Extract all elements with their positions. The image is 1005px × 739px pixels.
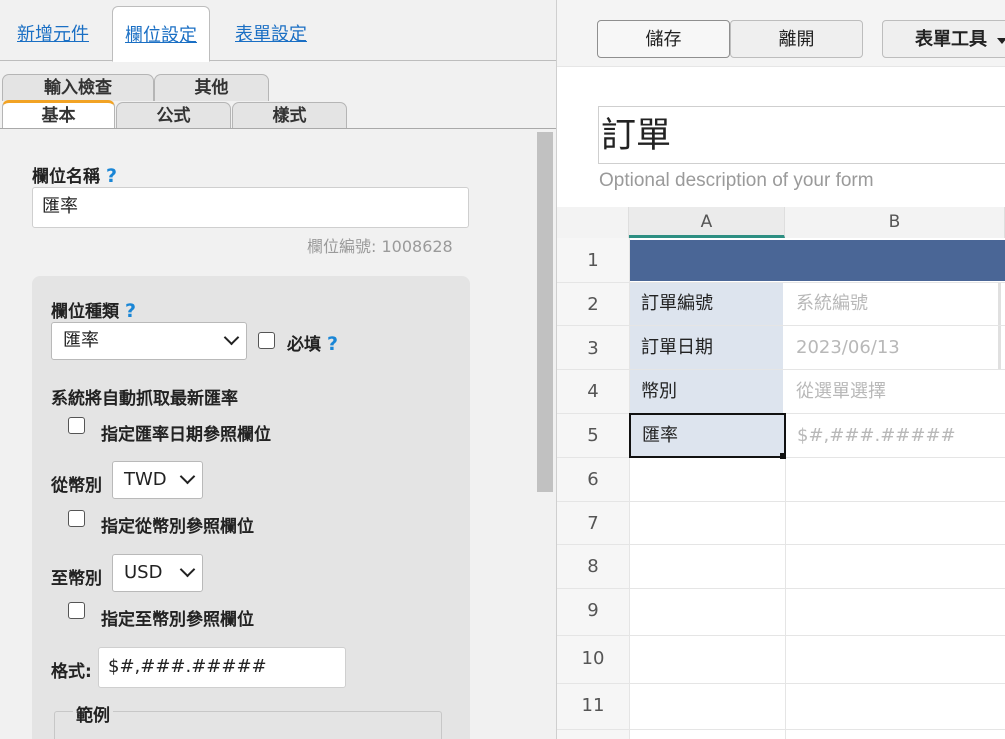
subtab-input-check[interactable]: 輸入檢查 (2, 74, 154, 101)
chevron-down-icon (179, 561, 196, 578)
grid-line (557, 729, 1005, 730)
column-header-b[interactable]: B (785, 207, 1005, 238)
form-tools-button[interactable]: 表單工具 (882, 20, 1005, 58)
form-tools-label: 表單工具 (915, 29, 987, 50)
tab-field-settings[interactable]: 欄位設定 (112, 6, 210, 62)
toolbar: 儲存 離開 表單工具 (557, 0, 1005, 67)
subtab-other[interactable]: 其他 (154, 74, 269, 101)
tab-add-element[interactable]: 新增元件 (17, 6, 89, 60)
label-cell-selected[interactable]: 匯率 (629, 413, 786, 458)
chevron-down-icon (223, 329, 240, 346)
to-currency-value: USD (124, 562, 163, 583)
field-id-text: 欄位編號: 1008628 (307, 237, 453, 256)
required-label-text: 必填 (287, 335, 321, 355)
row-number[interactable]: 5 (557, 425, 629, 446)
row-number[interactable]: 3 (557, 338, 629, 359)
save-button[interactable]: 儲存 (597, 20, 730, 58)
field-type-label: 欄位種類? (51, 297, 136, 322)
row-number[interactable]: 11 (557, 695, 629, 716)
grid-line (557, 588, 1005, 589)
to-currency-ref-checkbox[interactable] (68, 602, 85, 619)
leave-button[interactable]: 離開 (730, 20, 863, 58)
row-number[interactable]: 4 (557, 381, 629, 402)
label-cell[interactable]: 訂單編號 (630, 283, 783, 325)
grid-line (785, 457, 786, 739)
grid-line (557, 501, 1005, 502)
form-title[interactable]: 訂單 (598, 106, 1005, 164)
corner-header (557, 207, 629, 238)
to-currency-select[interactable]: USD (112, 554, 203, 592)
grid-line (557, 635, 1005, 636)
subtab-style[interactable]: 樣式 (232, 102, 347, 129)
chevron-down-icon (179, 468, 196, 485)
field-type-select[interactable]: 匯率 (51, 322, 247, 360)
value-cell[interactable]: 從選單選擇 (785, 370, 1005, 413)
grid-line (557, 544, 1005, 545)
to-currency-ref-label: 指定至幣別參照欄位 (101, 610, 254, 630)
label-cell[interactable]: 訂單日期 (630, 326, 783, 369)
row-number[interactable]: 1 (557, 250, 629, 271)
auto-rate-text: 系統將自動抓取最新匯率 (51, 389, 238, 409)
subtab-formula[interactable]: 公式 (116, 102, 231, 129)
rate-date-ref-label: 指定匯率日期參照欄位 (101, 425, 271, 445)
caret-down-icon (997, 38, 1005, 44)
value-cell[interactable]: 系統編號 (785, 283, 1001, 325)
tab-form-settings[interactable]: 表單設定 (235, 6, 307, 60)
required-checkbox[interactable] (258, 332, 275, 349)
help-icon[interactable]: ? (106, 165, 117, 187)
row-number[interactable]: 10 (557, 648, 629, 669)
field-type-select-value: 匯率 (63, 330, 99, 351)
row-number[interactable]: 6 (557, 469, 629, 490)
column-header-a[interactable]: A (629, 207, 785, 238)
from-currency-value: TWD (124, 469, 167, 490)
row-number[interactable]: 9 (557, 600, 629, 621)
field-name-label-text: 欄位名稱 (32, 167, 100, 187)
rate-date-ref-checkbox[interactable] (68, 417, 85, 434)
format-label: 格式: (51, 662, 92, 682)
from-currency-select[interactable]: TWD (112, 461, 203, 499)
row-number[interactable]: 2 (557, 294, 629, 315)
label-cell[interactable]: 幣別 (630, 370, 783, 413)
form-description[interactable]: Optional description of your form (599, 170, 874, 192)
from-currency-ref-checkbox[interactable] (68, 510, 85, 527)
form-preview: 儲存 離開 表單工具 訂單 Optional description of yo… (557, 0, 1005, 739)
field-settings-panel: 新增元件 欄位設定 表單設定 輸入檢查 其他 基本 公式 樣式 欄位名稱? 匯率… (0, 0, 557, 739)
required-label: 必填? (287, 330, 338, 355)
value-cell[interactable]: $#,###.##### (786, 414, 1005, 457)
spreadsheet-grid: A B 1 2 3 4 5 6 7 8 9 10 11 訂單編號 系統編號 訂單… (557, 207, 1005, 739)
header-band-row[interactable] (629, 240, 1005, 281)
from-currency-ref-label: 指定從幣別參照欄位 (101, 517, 254, 537)
help-icon[interactable]: ? (125, 300, 136, 322)
top-tab-bar: 新增元件 欄位設定 表單設定 (0, 0, 556, 62)
row-number[interactable]: 8 (557, 556, 629, 577)
scrollbar[interactable] (535, 129, 555, 739)
from-currency-label: 從幣別 (51, 476, 102, 496)
example-legend: 範例 (73, 701, 113, 726)
to-currency-label: 至幣別 (51, 569, 102, 589)
value-cell[interactable]: 2023/06/13 (785, 326, 1001, 369)
field-name-label: 欄位名稱? (32, 162, 117, 187)
help-icon[interactable]: ? (327, 333, 338, 355)
subtab-basic[interactable]: 基本 (2, 100, 115, 129)
format-input[interactable]: $#,###.##### (98, 647, 346, 688)
scrollbar-thumb[interactable] (537, 132, 553, 492)
field-name-input[interactable]: 匯率 (32, 187, 469, 228)
field-type-label-text: 欄位種類 (51, 302, 119, 322)
row-number[interactable]: 7 (557, 513, 629, 534)
grid-line (557, 683, 1005, 684)
